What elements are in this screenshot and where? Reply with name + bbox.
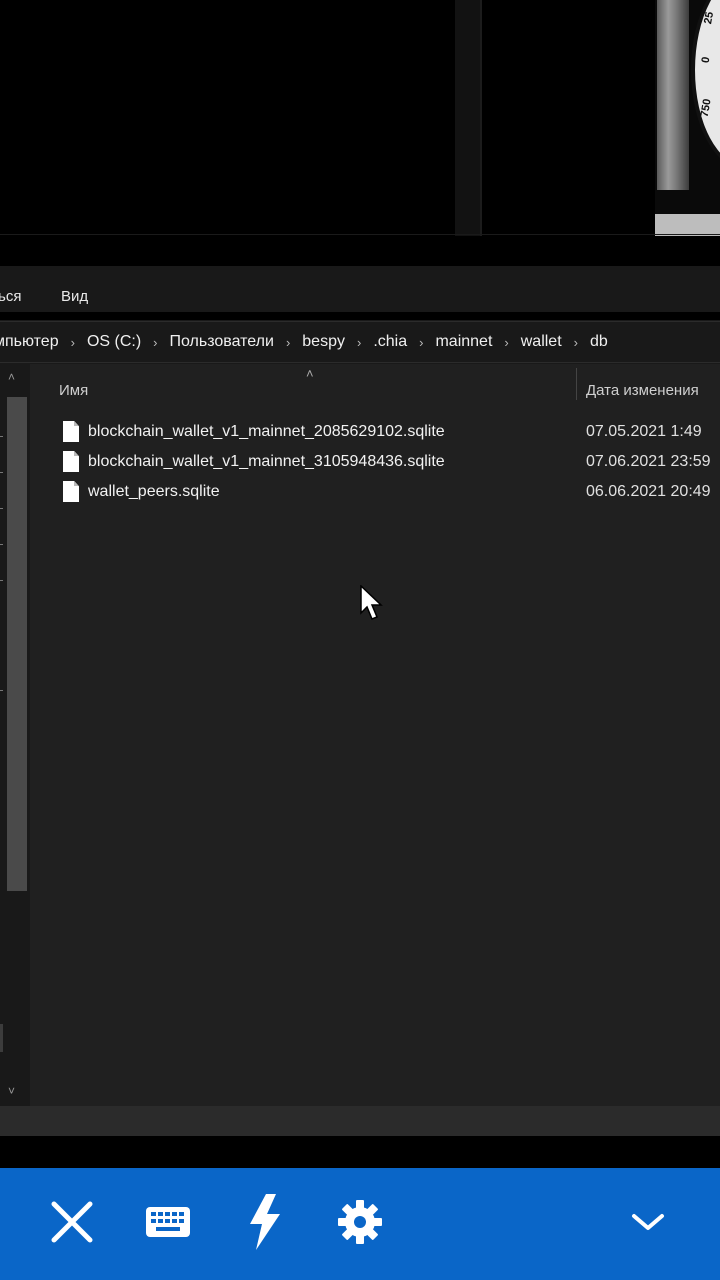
background-divider	[480, 0, 482, 236]
keyboard-icon	[146, 1207, 190, 1237]
close-icon	[51, 1201, 93, 1243]
tab-share[interactable]: ься	[0, 288, 21, 305]
breadcrumb-item-users[interactable]: Пользователи	[168, 333, 276, 351]
file-date: 06.06.2021 20:49	[586, 483, 711, 500]
breadcrumb-item-mainnet[interactable]: mainnet	[433, 333, 494, 351]
table-row[interactable]: blockchain_wallet_v1_mainnet_2085629102.…	[30, 417, 720, 447]
column-name-header[interactable]: Имя	[59, 382, 88, 399]
file-name: blockchain_wallet_v1_mainnet_3105948436.…	[88, 453, 445, 470]
window-edge	[0, 234, 720, 235]
file-name: blockchain_wallet_v1_mainnet_2085629102.…	[88, 423, 445, 440]
column-divider[interactable]	[576, 368, 577, 400]
chevron-down-icon	[632, 1214, 664, 1230]
breadcrumb-item-os-c[interactable]: OS (C:)	[85, 333, 143, 351]
status-bar	[0, 1106, 720, 1136]
ribbon-separator	[0, 312, 720, 320]
dial-number: 0	[699, 55, 713, 65]
keyboard-button[interactable]	[138, 1192, 198, 1252]
close-button[interactable]	[42, 1192, 102, 1252]
breadcrumb-item-db[interactable]: db	[588, 333, 610, 351]
breadcrumb: мпьютер › OS (C:) › Пользователи › bespy…	[0, 322, 610, 362]
table-row[interactable]: blockchain_wallet_v1_mainnet_3105948436.…	[30, 447, 720, 477]
breadcrumb-item-bespy[interactable]: bespy	[300, 333, 347, 351]
quick-actions-button[interactable]	[234, 1192, 294, 1252]
ribbon-tabs: ься Вид	[0, 266, 720, 312]
file-name: wallet_peers.sqlite	[88, 483, 220, 500]
chevron-right-icon[interactable]: ›	[143, 335, 167, 350]
nav-marker	[0, 544, 3, 545]
photo-base	[655, 214, 720, 236]
scroll-down-icon[interactable]: ˅	[8, 1084, 15, 1098]
collapse-toolbar-button[interactable]	[618, 1192, 678, 1252]
file-icon	[63, 451, 79, 472]
file-date: 07.06.2021 23:59	[586, 453, 711, 470]
scrollbar-thumb[interactable]	[7, 397, 27, 891]
chevron-right-icon[interactable]: ›	[494, 335, 518, 350]
file-icon	[63, 481, 79, 502]
dial-number: 25	[702, 10, 717, 26]
chevron-right-icon[interactable]: ›	[61, 335, 85, 350]
nav-marker	[0, 580, 3, 581]
column-header: Имя ˄ Дата изменения	[30, 364, 720, 404]
remote-toolbar	[0, 1168, 720, 1280]
background-window: 25 0 750	[0, 0, 720, 236]
address-bar[interactable]: мпьютер › OS (C:) › Пользователи › bespy…	[0, 321, 720, 363]
file-list: Имя ˄ Дата изменения blockchain_wallet_v…	[30, 364, 720, 1106]
nav-marker	[0, 508, 3, 509]
nav-marker	[0, 436, 3, 437]
gear-icon	[338, 1200, 382, 1244]
breadcrumb-item-computer[interactable]: мпьютер	[0, 333, 61, 351]
breadcrumb-item-wallet[interactable]: wallet	[519, 333, 564, 351]
nav-marker	[0, 472, 3, 473]
lightning-icon	[250, 1194, 280, 1250]
mouse-cursor-icon	[360, 585, 383, 620]
column-date-header[interactable]: Дата изменения	[586, 382, 699, 399]
dial-number: 750	[698, 97, 714, 119]
navigation-pane: ˄ ˅	[0, 364, 30, 1106]
chevron-right-icon[interactable]: ›	[564, 335, 588, 350]
sort-ascending-icon: ˄	[306, 366, 314, 381]
file-icon	[63, 421, 79, 442]
chevron-right-icon[interactable]: ›	[409, 335, 433, 350]
file-date: 07.05.2021 1:49	[586, 423, 702, 440]
background-gap	[0, 236, 720, 266]
tab-view[interactable]: Вид	[61, 288, 88, 305]
scroll-up-icon[interactable]: ˄	[8, 370, 15, 384]
nav-marker	[0, 690, 3, 691]
nav-marker	[0, 1024, 3, 1052]
file-explorer-window: ься Вид мпьютер › OS (C:) › Пользователи…	[0, 266, 720, 1136]
photo-dial: 25 0 750	[691, 0, 720, 170]
settings-button[interactable]	[330, 1192, 390, 1252]
breadcrumb-item-chia[interactable]: .chia	[371, 333, 409, 351]
chevron-right-icon[interactable]: ›	[276, 335, 300, 350]
photo-metal-part	[657, 0, 689, 190]
background-strip	[455, 0, 480, 236]
table-row[interactable]: wallet_peers.sqlite 06.06.2021 20:49	[30, 477, 720, 507]
content-pane: ˄ ˅ Имя ˄ Дата изменения blockchain_wall…	[0, 364, 720, 1106]
background-photo: 25 0 750	[655, 0, 720, 236]
chevron-right-icon[interactable]: ›	[347, 335, 371, 350]
